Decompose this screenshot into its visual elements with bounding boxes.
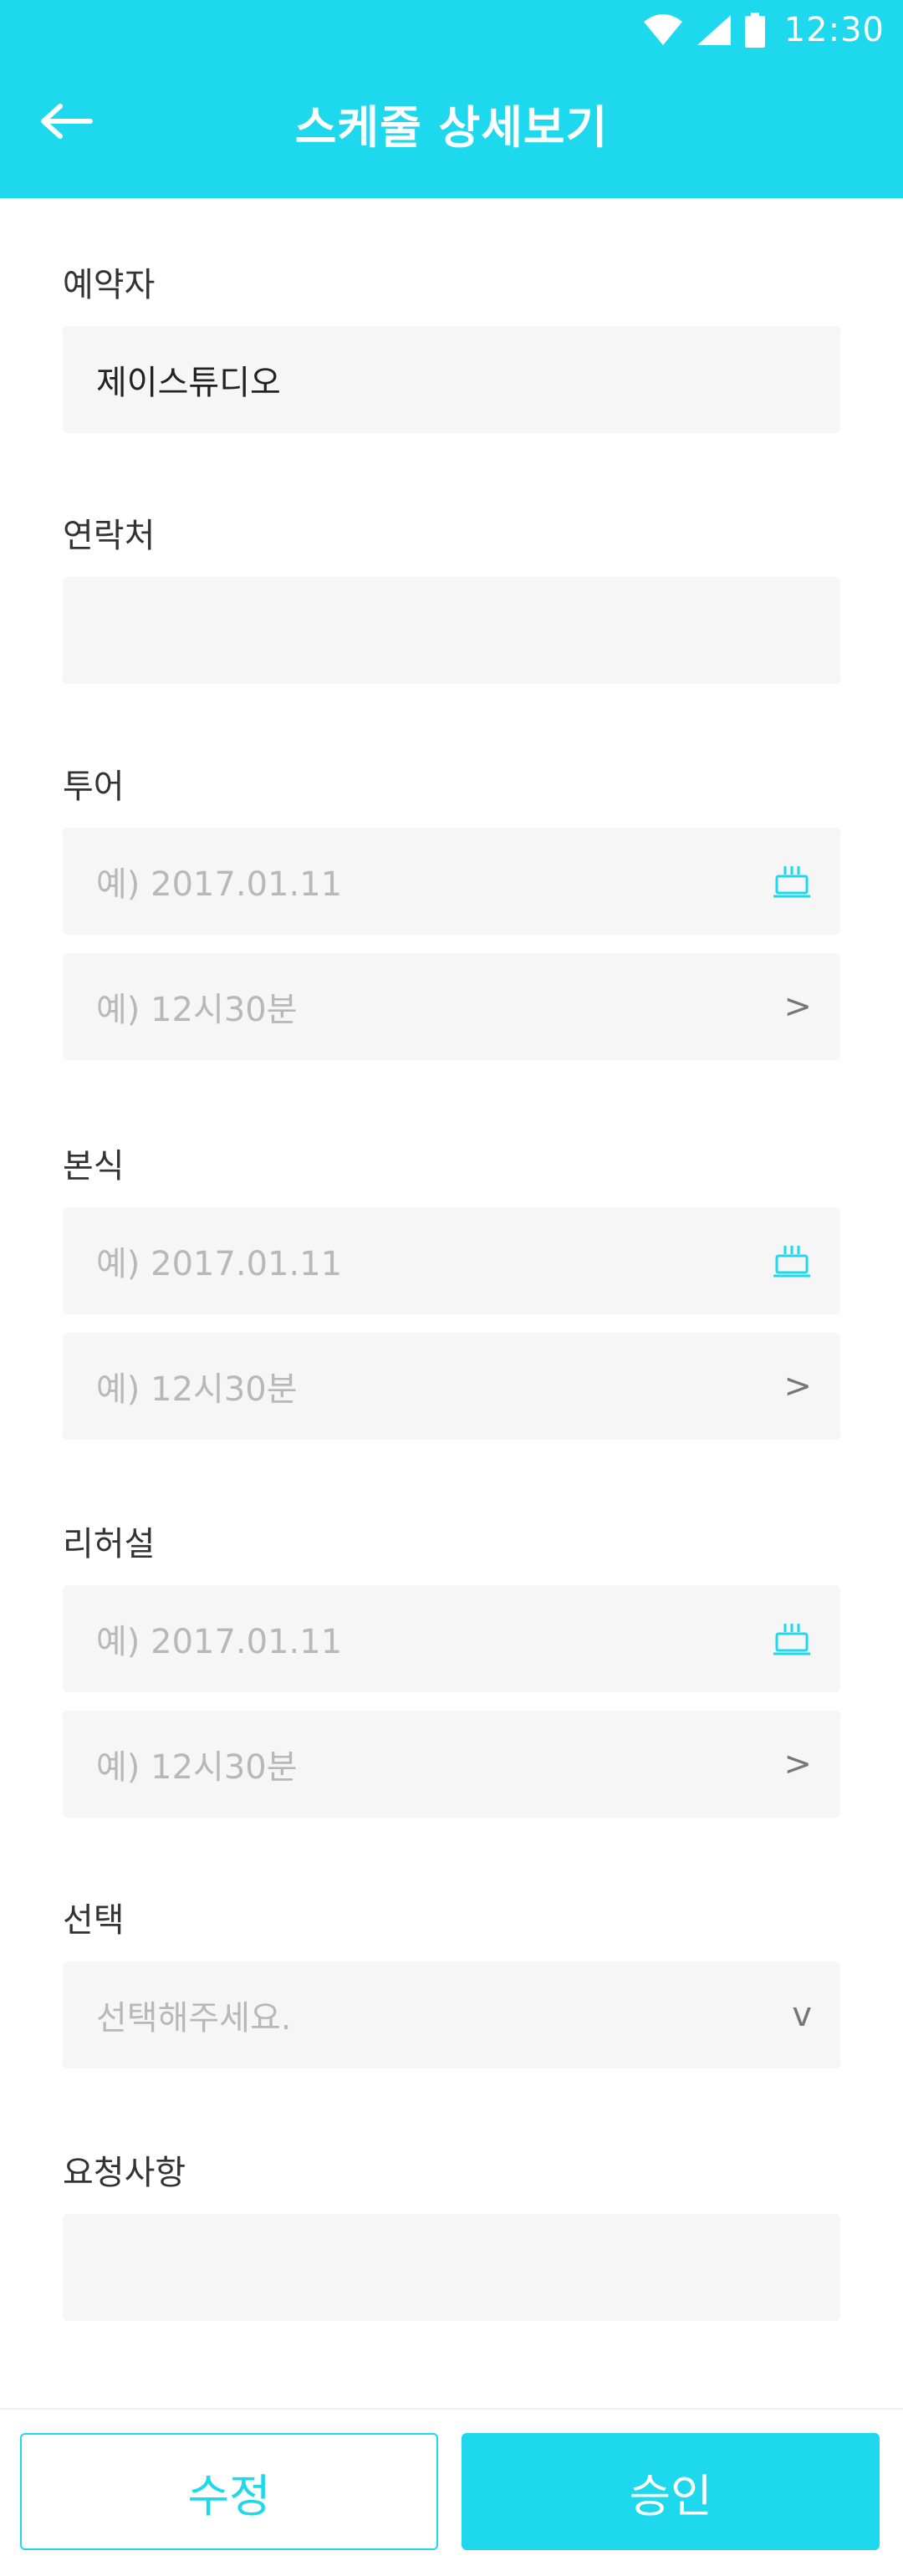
app-bar: 12:30 스케줄 상세보기 (0, 0, 903, 198)
tour-date-field[interactable]: 예) 2017.01.11 (63, 828, 840, 935)
edit-button[interactable]: 수정 (20, 2433, 438, 2550)
booker-label: 예약자 (63, 266, 156, 304)
request-field[interactable] (63, 2214, 840, 2321)
tour-time-placeholder: 예) 12시30분 (96, 991, 298, 1029)
ceremony-time-placeholder: 예) 12시30분 (96, 1370, 298, 1409)
selection-placeholder: 선택해주세요. (96, 1999, 292, 2038)
tour-time-field[interactable]: 예) 12시30분 > (63, 953, 840, 1060)
tour-date-placeholder: 예) 2017.01.11 (96, 865, 343, 904)
rehearsal-time-placeholder: 예) 12시30분 (96, 1748, 298, 1787)
selection-label: 선택 (63, 1901, 125, 1940)
booker-value: 제이스튜디오 (96, 364, 281, 402)
chevron-right-icon: > (783, 987, 812, 1026)
wifi-icon (643, 14, 682, 45)
battery-icon (744, 13, 765, 48)
rehearsal-label: 리허설 (63, 1525, 156, 1563)
selection-dropdown[interactable]: 선택해주세요. v (63, 1961, 840, 2068)
rehearsal-time-field[interactable]: 예) 12시30분 > (63, 1711, 840, 1818)
status-time: 12:30 (783, 11, 885, 49)
approve-button[interactable]: 승인 (462, 2433, 880, 2550)
rehearsal-date-field[interactable]: 예) 2017.01.11 (63, 1585, 840, 1692)
calendar-icon[interactable] (772, 863, 812, 900)
ceremony-label: 본식 (63, 1147, 125, 1186)
calendar-icon[interactable] (772, 1620, 812, 1657)
contact-field[interactable] (63, 577, 840, 684)
tour-label: 투어 (63, 768, 125, 806)
signal-icon (696, 15, 731, 45)
ceremony-date-field[interactable]: 예) 2017.01.11 (63, 1207, 840, 1314)
contact-label: 연락처 (63, 517, 156, 555)
request-label: 요청사항 (63, 2154, 186, 2192)
chevron-right-icon: > (783, 1745, 812, 1783)
ceremony-time-field[interactable]: 예) 12시30분 > (63, 1333, 840, 1440)
chevron-right-icon: > (783, 1367, 812, 1405)
page-title: 스케줄 상세보기 (294, 101, 609, 154)
ceremony-date-placeholder: 예) 2017.01.11 (96, 1245, 343, 1283)
chevron-down-icon: v (792, 1996, 812, 2034)
status-bar: 12:30 (0, 0, 903, 60)
calendar-icon[interactable] (772, 1242, 812, 1279)
rehearsal-date-placeholder: 예) 2017.01.11 (96, 1623, 343, 1661)
booker-field[interactable]: 제이스튜디오 (63, 326, 840, 433)
bottom-action-bar: 수정 승인 (0, 2408, 903, 2576)
